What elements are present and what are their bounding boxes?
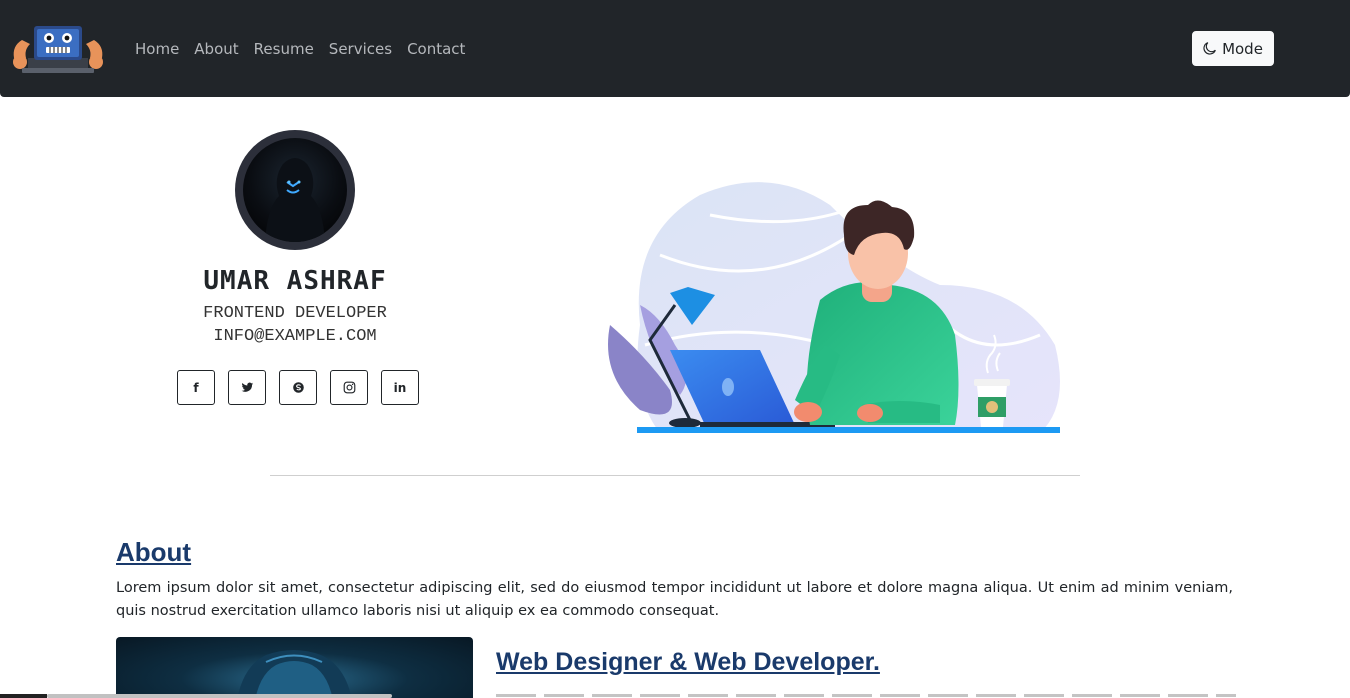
taskbar-strip: [0, 694, 47, 698]
section-divider: [270, 475, 1080, 476]
about-heading[interactable]: About: [116, 537, 191, 568]
web-designer-text-cutoff: [496, 690, 1236, 698]
profile-name: UMAR ASHRAF: [203, 266, 387, 296]
profile-email: INFO@EXAMPLE.COM: [213, 327, 377, 346]
nav-link-resume[interactable]: Resume: [254, 39, 314, 59]
profile-avatar: [235, 130, 355, 250]
developer-at-laptop-illustration: [608, 182, 1060, 433]
nav-link-about[interactable]: About: [194, 39, 238, 59]
linkedin-button[interactable]: in: [381, 370, 419, 405]
hooded-figure-icon: [265, 158, 325, 242]
profile-role: FRONTEND DEVELOPER: [203, 304, 387, 323]
skype-button[interactable]: [279, 370, 317, 405]
skype-icon: [292, 382, 304, 393]
facebook-button[interactable]: f: [177, 370, 215, 405]
instagram-icon: [343, 381, 355, 394]
instagram-button[interactable]: [330, 370, 368, 405]
about-paragraph: Lorem ipsum dolor sit amet, consectetur …: [116, 580, 1233, 619]
social-links: f in: [177, 370, 419, 405]
moon-icon: [1203, 42, 1216, 55]
linkedin-icon: in: [393, 380, 407, 395]
horizontal-scrollbar-thumb[interactable]: [47, 694, 392, 698]
navbar: Home About Resume Services Contact Mode: [0, 0, 1350, 97]
nav-links: Home About Resume Services Contact: [135, 39, 480, 59]
mode-toggle-button[interactable]: Mode: [1192, 31, 1274, 66]
hooded-head-icon: [237, 650, 352, 698]
facebook-icon: f: [193, 380, 199, 395]
web-designer-heading[interactable]: Web Designer & Web Developer.: [496, 648, 880, 677]
twitter-icon: [241, 382, 253, 392]
hooded-hacker-photo: [116, 637, 473, 698]
nav-link-contact[interactable]: Contact: [407, 39, 465, 59]
nav-link-services[interactable]: Services: [329, 39, 392, 59]
nav-link-home[interactable]: Home: [135, 39, 179, 59]
robot-logo-icon[interactable]: [10, 22, 106, 76]
mode-label: Mode: [1222, 39, 1263, 58]
twitter-button[interactable]: [228, 370, 266, 405]
